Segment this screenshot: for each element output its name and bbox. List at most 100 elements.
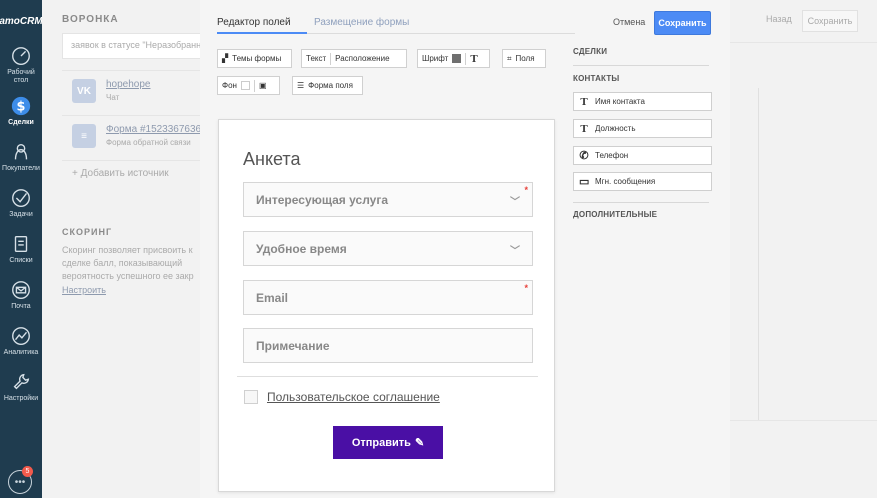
scoring-settings-link[interactable]: Настроить (62, 285, 106, 295)
nav-label: Аналитика (3, 349, 39, 356)
text-label: Текст (306, 54, 327, 63)
themes-label: Темы формы (232, 54, 282, 63)
nav-label: Почта (11, 303, 31, 310)
text-icon: T (580, 95, 588, 108)
field-label: Удобное время (256, 242, 347, 256)
analytics-icon (12, 327, 30, 345)
nav-item-lists[interactable]: Списки (0, 226, 42, 272)
scoring-title: СКОРИНГ (62, 227, 113, 237)
form-field-note[interactable]: Примечание (243, 328, 533, 363)
section-title: ВОРОНКА (62, 14, 119, 25)
position-label: Расположение (335, 54, 390, 63)
text-icon: T (580, 122, 588, 135)
field-label: Мгн. сообщения (595, 177, 656, 186)
vk-icon: VK (72, 79, 96, 103)
source-name[interactable]: hopehope (106, 79, 151, 90)
divider (730, 420, 877, 421)
nav-label: Покупатели (2, 165, 40, 172)
main-nav: amoCRM Рабочий стол $ Сделки Покупатели … (0, 0, 43, 498)
form-field-service[interactable]: Интересующая услуга ﹀ * (243, 182, 533, 217)
field-phone[interactable]: ✆ Телефон (573, 146, 712, 165)
background-save-button[interactable]: Сохранить (802, 10, 858, 32)
tasks-icon (12, 189, 30, 207)
cancel-button[interactable]: Отмена (613, 17, 645, 27)
divider (237, 376, 538, 377)
modal-tabs: Редактор полей Размещение формы (217, 8, 575, 34)
nav-item-dashboard[interactable]: Рабочий стол (0, 42, 42, 88)
field-label: Интересующая услуга (256, 193, 389, 207)
fields-icon: ⌗ (507, 53, 512, 63)
themes-button[interactable]: ▞ Темы формы (217, 49, 292, 68)
nav-item-analytics[interactable]: Аналитика (0, 318, 42, 364)
save-button[interactable]: Сохранить (654, 11, 711, 35)
bg-color-swatch[interactable] (240, 81, 250, 90)
settings-icon (13, 373, 30, 390)
source-item[interactable]: VK hopehope Чат (62, 70, 202, 112)
nav-label: Сделки (8, 119, 34, 126)
nav-label: Рабочий стол (7, 69, 35, 84)
required-marker: * (524, 283, 528, 293)
submit-label: Отправить (351, 436, 411, 449)
scoring-line: сделке балл, показывающий (62, 258, 183, 268)
font-label: Шрифт (422, 54, 449, 63)
nav-label: Задачи (9, 211, 33, 218)
divider (330, 52, 332, 65)
scoring-line: Скоринг позволяет присвоить к (62, 245, 193, 255)
source-sub: Форма обратной связи (106, 138, 191, 147)
font-style-icon[interactable]: T (470, 53, 477, 65)
source-name[interactable]: Форма #1523367636 (106, 124, 201, 135)
field-label: Должность (595, 124, 636, 133)
field-contact-name[interactable]: T Имя контакта (573, 92, 712, 111)
add-source-button[interactable]: + Добавить источник (62, 160, 202, 186)
source-item[interactable]: ≡ Форма #1523367636 Форма обратной связи (62, 115, 202, 157)
submit-button[interactable]: Отправить ✎ (333, 426, 443, 459)
extra-header: ДОПОЛНИТЕЛЬНЫЕ (573, 210, 658, 219)
background-button[interactable]: Фон ▣ (217, 76, 280, 95)
scoring-description: Скоринг позволяет присвоить к сделке бал… (62, 244, 198, 283)
form-preview: Анкета Интересующая услуга ﹀ * Удобное в… (218, 119, 555, 492)
tab-field-editor[interactable]: Редактор полей (217, 17, 291, 28)
nav-label: Списки (9, 257, 33, 264)
nav-item-settings[interactable]: Настройки (0, 364, 42, 410)
nav-item-tasks[interactable]: Задачи (0, 180, 42, 226)
fields-button[interactable]: ⌗ Поля (502, 49, 546, 68)
form-field-time[interactable]: Удобное время ﹀ (243, 231, 533, 266)
field-messenger[interactable]: ▭ Мгн. сообщения (573, 172, 712, 191)
agreement-link[interactable]: Пользовательское соглашение (267, 390, 440, 404)
themes-icon: ▞ (222, 54, 229, 63)
contacts-header: КОНТАКТЫ (573, 74, 620, 83)
app-logo[interactable]: amoCRM (0, 0, 43, 42)
bg-label: Фон (222, 81, 237, 90)
field-position[interactable]: T Должность (573, 119, 712, 138)
source-sub: Чат (106, 93, 120, 102)
font-color-swatch[interactable] (452, 54, 462, 63)
field-label: Примечание (256, 339, 330, 353)
nav-item-customers[interactable]: Покупатели (0, 134, 42, 180)
divider (573, 65, 709, 66)
field-label: Телефон (595, 151, 629, 160)
form-title[interactable]: Анкета (243, 149, 301, 170)
field-label: Email (256, 291, 289, 305)
field-form-button[interactable]: ☰ Форма поля (292, 76, 363, 95)
nav-item-deals[interactable]: $ Сделки (0, 88, 42, 134)
back-button[interactable]: Назад (766, 14, 792, 24)
field-label: Имя контакта (595, 97, 645, 106)
scoring-line: вероятность успешного ее закр (62, 271, 194, 281)
fields-label: Поля (515, 54, 535, 63)
agreement-checkbox[interactable] (244, 390, 258, 404)
image-icon[interactable]: ▣ (259, 81, 267, 90)
message-icon: ▭ (579, 176, 590, 188)
divider (758, 88, 759, 420)
tab-form-placement[interactable]: Размещение формы (314, 17, 409, 28)
form-field-email[interactable]: Email * (243, 280, 533, 315)
form-icon: ≡ (72, 124, 96, 148)
font-button[interactable]: Шрифт T (417, 49, 490, 68)
field-form-icon: ☰ (297, 81, 305, 90)
nav-item-mail[interactable]: Почта (0, 272, 42, 318)
field-form-label: Форма поля (308, 81, 353, 90)
required-marker: * (524, 185, 528, 195)
text-position-button[interactable]: Текст Расположение (301, 49, 407, 68)
form-editor-modal: Редактор полей Размещение формы Отмена С… (200, 0, 730, 498)
divider (730, 42, 877, 43)
lists-icon (14, 235, 28, 253)
